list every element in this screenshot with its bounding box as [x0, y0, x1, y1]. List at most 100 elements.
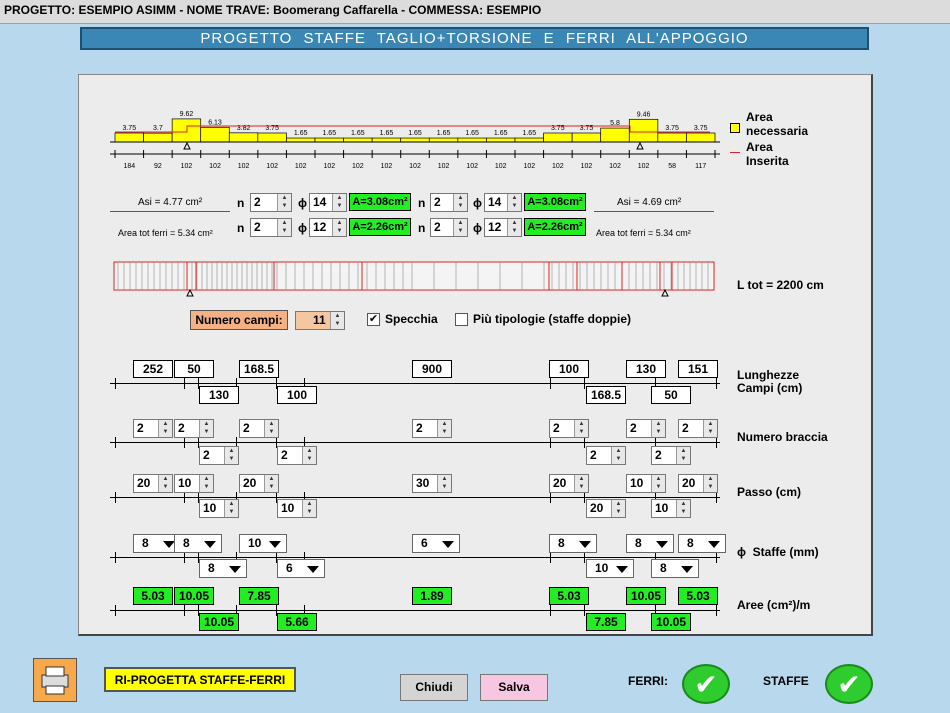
passo-bottom-3-stepper[interactable]: 10 ▲ ▼	[651, 499, 691, 518]
stepper-arrows-icon[interactable]: ▲ ▼	[264, 420, 278, 437]
stepper-arrows-icon[interactable]: ▲ ▼	[158, 475, 172, 492]
lunghezze-top-1-field[interactable]: 50	[174, 360, 214, 378]
d1-row1-stepper[interactable]: 14 ▲ ▼	[309, 193, 347, 212]
braccia-bottom-1-stepper[interactable]: 2 ▲ ▼	[277, 446, 317, 465]
chevron-down-icon[interactable]	[656, 541, 668, 548]
chevron-down-icon[interactable]	[579, 541, 591, 548]
chevron-down-icon[interactable]	[204, 541, 216, 548]
chevron-down-icon[interactable]	[442, 541, 454, 548]
staffe-top-5-dropdown[interactable]: 8	[626, 534, 674, 553]
passo-bottom-1-stepper[interactable]: 10 ▲ ▼	[277, 499, 317, 518]
staffe-bottom-0-dropdown[interactable]: 8	[199, 559, 247, 578]
stepper-arrows-icon[interactable]: ▲ ▼	[611, 447, 625, 464]
stepper-arrows-icon[interactable]: ▲ ▼	[437, 420, 451, 437]
riprogetta-button[interactable]: RI-PROGETTA STAFFE-FERRI	[104, 667, 296, 692]
bottom-value-label: 102	[438, 163, 450, 170]
lunghezze-top-3-field[interactable]: 900	[412, 360, 452, 378]
passo-bottom-2-stepper[interactable]: 20 ▲ ▼	[586, 499, 626, 518]
staffe-bottom-2-dropdown[interactable]: 10	[586, 559, 634, 578]
staffe-top-6-dropdown[interactable]: 8	[678, 534, 726, 553]
staffe-top-1-dropdown[interactable]: 8	[174, 534, 222, 553]
stepper-arrows-icon[interactable]: ▲ ▼	[676, 500, 690, 517]
numero-campi-stepper[interactable]: 11 ▲ ▼	[295, 311, 345, 330]
specchia-checkbox[interactable]: ✔	[367, 313, 380, 326]
stepper-arrows-icon[interactable]: ▲ ▼	[277, 219, 291, 236]
stepper-arrows-icon[interactable]: ▲ ▼	[199, 475, 213, 492]
passo-top-2-stepper[interactable]: 20 ▲ ▼	[239, 474, 279, 493]
n1-row2-stepper[interactable]: 2 ▲ ▼	[250, 218, 292, 237]
staffe-top-2-dropdown[interactable]: 10	[239, 534, 287, 553]
lunghezze-top-2-field[interactable]: 168.5	[239, 360, 279, 378]
lunghezze-top-4-field[interactable]: 100	[549, 360, 589, 378]
braccia-top-5-stepper[interactable]: 2 ▲ ▼	[626, 419, 666, 438]
passo-bottom-0-stepper[interactable]: 10 ▲ ▼	[199, 499, 239, 518]
chevron-down-icon[interactable]	[307, 566, 319, 573]
chevron-down-icon[interactable]	[708, 541, 720, 548]
chevron-down-icon[interactable]	[616, 566, 628, 573]
stepper-arrows-icon[interactable]: ▲ ▼	[611, 500, 625, 517]
braccia-bottom-0-stepper[interactable]: 2 ▲ ▼	[199, 446, 239, 465]
staffe-bottom-1-dropdown[interactable]: 6	[277, 559, 325, 578]
staffe-bottom-3-dropdown[interactable]: 8	[651, 559, 699, 578]
lunghezze-top-6-field[interactable]: 151	[678, 360, 718, 378]
d1-row2-stepper[interactable]: 12 ▲ ▼	[309, 218, 347, 237]
staffe-top-3-dropdown[interactable]: 6	[412, 534, 460, 553]
lunghezze-top-5-field[interactable]: 130	[626, 360, 666, 378]
braccia-top-4-stepper[interactable]: 2 ▲ ▼	[549, 419, 589, 438]
braccia-top-6-stepper[interactable]: 2 ▲ ▼	[678, 419, 718, 438]
stepper-arrows-icon[interactable]: ▲ ▼	[703, 475, 717, 492]
n1-row1-stepper[interactable]: 2 ▲ ▼	[250, 193, 292, 212]
stepper-arrows-icon[interactable]: ▲ ▼	[264, 475, 278, 492]
stepper-arrows-icon[interactable]: ▲ ▼	[277, 194, 291, 211]
stepper-arrows-icon[interactable]: ▲ ▼	[676, 447, 690, 464]
stepper-arrows-icon[interactable]: ▲ ▼	[199, 420, 213, 437]
stepper-arrows-icon[interactable]: ▲ ▼	[332, 219, 346, 236]
stepper-arrows-icon[interactable]: ▲ ▼	[332, 194, 346, 211]
stepper-arrows-icon[interactable]: ▲ ▼	[703, 420, 717, 437]
braccia-top-0-stepper[interactable]: 2 ▲ ▼	[133, 419, 173, 438]
print-button[interactable]	[33, 658, 77, 702]
stepper-arrows-icon[interactable]: ▲ ▼	[302, 500, 316, 517]
passo-top-5-stepper[interactable]: 10 ▲ ▼	[626, 474, 666, 493]
passo-top-6-stepper[interactable]: 20 ▲ ▼	[678, 474, 718, 493]
stepper-arrows-icon[interactable]: ▲ ▼	[302, 447, 316, 464]
lunghezze-bottom-1-field[interactable]: 100	[277, 386, 317, 404]
stepper-arrows-icon[interactable]: ▲ ▼	[507, 194, 521, 211]
stepper-arrows-icon[interactable]: ▲ ▼	[651, 475, 665, 492]
passo-top-3-stepper[interactable]: 30 ▲ ▼	[412, 474, 452, 493]
stepper-arrows-icon[interactable]: ▲ ▼	[330, 312, 344, 329]
stepper-arrows-icon[interactable]: ▲ ▼	[507, 219, 521, 236]
chevron-down-icon[interactable]	[681, 566, 693, 573]
braccia-top-1-stepper[interactable]: 2 ▲ ▼	[174, 419, 214, 438]
braccia-bottom-3-stepper[interactable]: 2 ▲ ▼	[651, 446, 691, 465]
d2-row2-stepper[interactable]: 12 ▲ ▼	[484, 218, 522, 237]
n2-row1-stepper[interactable]: 2 ▲ ▼	[430, 193, 468, 212]
chiudi-button[interactable]: Chiudi	[400, 674, 468, 701]
stepper-arrows-icon[interactable]: ▲ ▼	[651, 420, 665, 437]
stepper-arrows-icon[interactable]: ▲ ▼	[453, 219, 467, 236]
stepper-arrows-icon[interactable]: ▲ ▼	[158, 420, 172, 437]
n2-row2-stepper[interactable]: 2 ▲ ▼	[430, 218, 468, 237]
lunghezze-bottom-3-field[interactable]: 50	[651, 386, 691, 404]
braccia-top-2-stepper[interactable]: 2 ▲ ▼	[239, 419, 279, 438]
d2-row1-stepper[interactable]: 14 ▲ ▼	[484, 193, 522, 212]
lunghezze-bottom-2-field[interactable]: 168.5	[586, 386, 626, 404]
stepper-arrows-icon[interactable]: ▲ ▼	[574, 475, 588, 492]
salva-button[interactable]: Salva	[480, 674, 548, 701]
passo-top-4-stepper[interactable]: 20 ▲ ▼	[549, 474, 589, 493]
braccia-bottom-2-stepper[interactable]: 2 ▲ ▼	[586, 446, 626, 465]
chevron-down-icon[interactable]	[229, 566, 241, 573]
piu-tipologie-checkbox[interactable]	[455, 313, 468, 326]
stepper-arrows-icon[interactable]: ▲ ▼	[224, 447, 238, 464]
lunghezze-bottom-0-field[interactable]: 130	[199, 386, 239, 404]
stepper-arrows-icon[interactable]: ▲ ▼	[437, 475, 451, 492]
lunghezze-top-0-field[interactable]: 252	[133, 360, 173, 378]
staffe-top-4-dropdown[interactable]: 8	[549, 534, 597, 553]
stepper-arrows-icon[interactable]: ▲ ▼	[574, 420, 588, 437]
stepper-arrows-icon[interactable]: ▲ ▼	[453, 194, 467, 211]
chevron-down-icon[interactable]	[269, 541, 281, 548]
passo-top-1-stepper[interactable]: 10 ▲ ▼	[174, 474, 214, 493]
braccia-top-3-stepper[interactable]: 2 ▲ ▼	[412, 419, 452, 438]
passo-top-0-stepper[interactable]: 20 ▲ ▼	[133, 474, 173, 493]
stepper-arrows-icon[interactable]: ▲ ▼	[224, 500, 238, 517]
